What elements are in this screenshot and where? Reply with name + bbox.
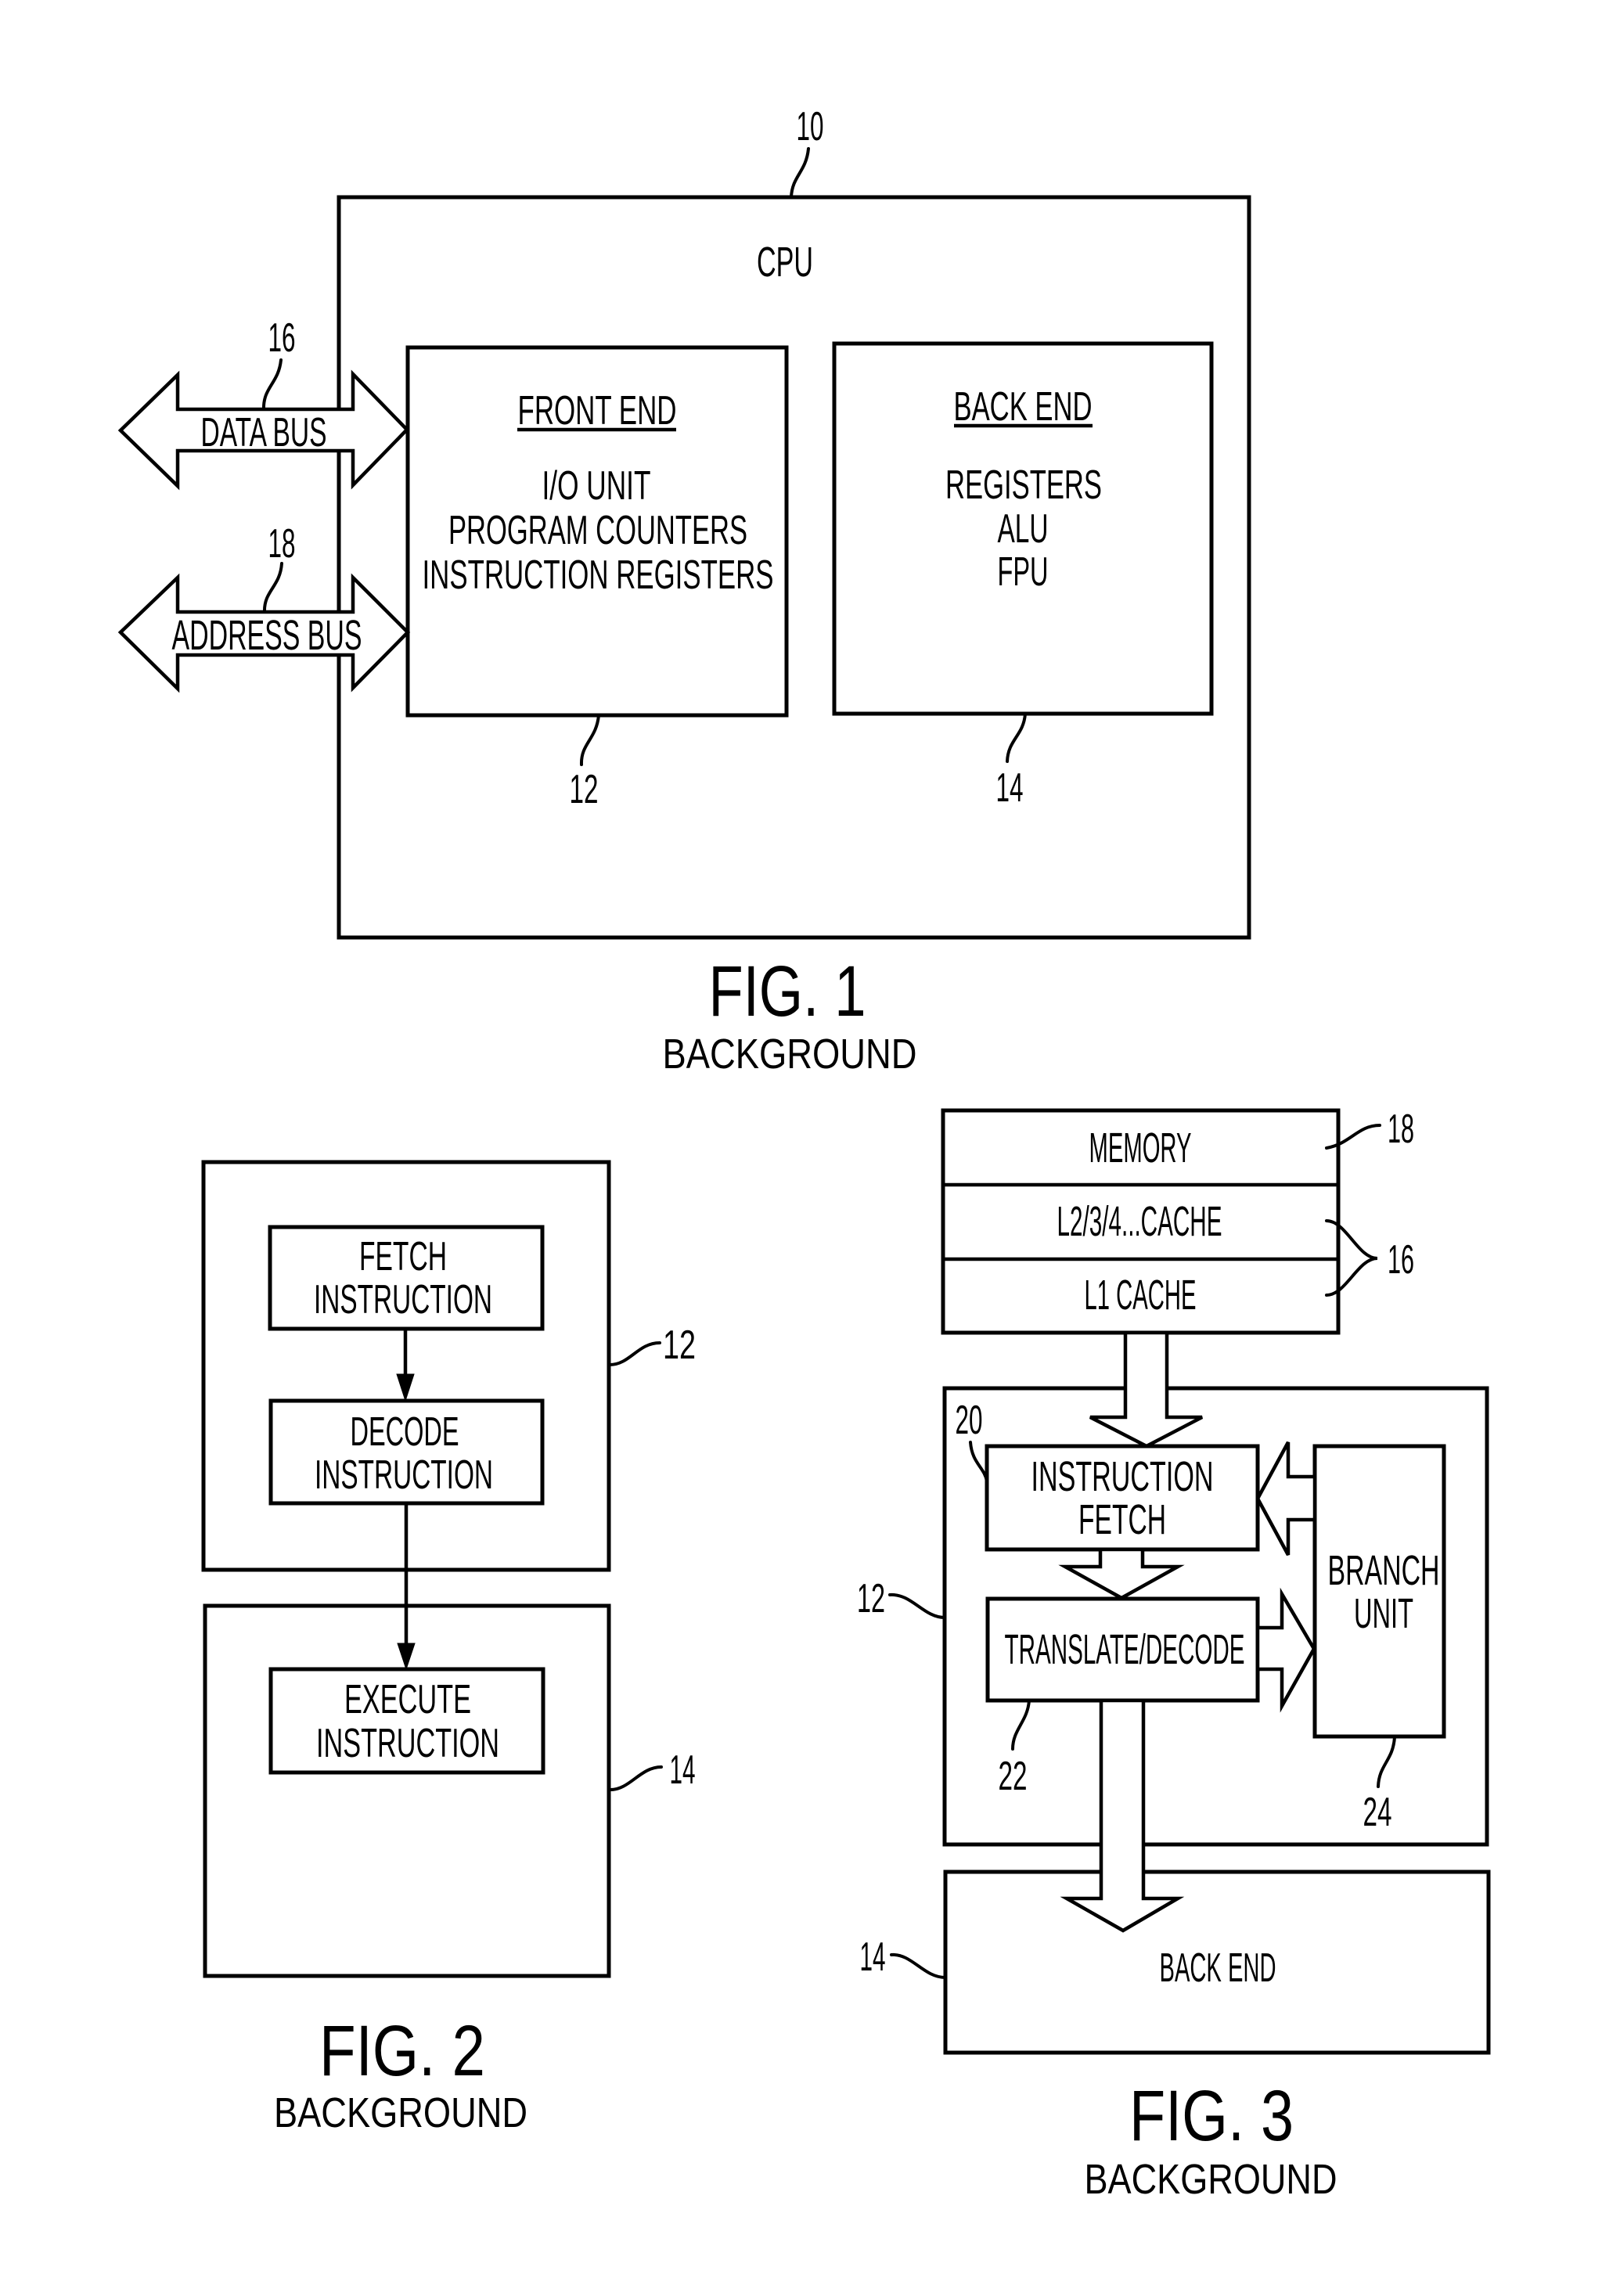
translate-decode-ref-number: 22 [999, 1754, 1028, 1799]
l1-cache-label: L1 CACHE [1085, 1272, 1197, 1319]
front-end-ref-number: 12 [663, 1323, 696, 1368]
figure-3-subcaption: BACKGROUND [1085, 2156, 1337, 2203]
front-end-line-1: I/O UNIT [542, 463, 651, 509]
data-bus-ref-number: 16 [268, 315, 296, 361]
figure-1-subcaption: BACKGROUND [663, 1031, 917, 1078]
branch-to-fetch-arrow [1255, 1441, 1317, 1556]
data-bus-ref-leader [261, 358, 283, 411]
memory-label: MEMORY [1089, 1125, 1192, 1171]
back-end-line-3: FPU [998, 549, 1049, 595]
execute-instruction-line-1: EXECUTE [344, 1677, 471, 1722]
translate-decode-ref-leader [1011, 1699, 1031, 1751]
back-end-ref-leader [609, 1765, 663, 1791]
fetch-instruction-line-2: INSTRUCTION [314, 1277, 492, 1323]
front-end-ref-leader [608, 1341, 661, 1366]
figure-1-caption: FIG. 1 [709, 952, 866, 1031]
figure-3: MEMORY L2/3/4...CACHE L1 CACHE 18 16 12 … [857, 1107, 1491, 2203]
fetch-instruction-line-1: FETCH [359, 1234, 447, 1279]
decode-to-back-end-arrow [1060, 1698, 1185, 1933]
decode-instruction-line-2: INSTRUCTION [315, 1452, 493, 1498]
back-end-title: BACK END [954, 384, 1093, 430]
instruction-fetch-line-2: FETCH [1078, 1496, 1166, 1543]
back-end-ref-number: 14 [996, 765, 1024, 811]
decode-instruction-line-1: DECODE [351, 1409, 459, 1455]
back-end-ref-leader [890, 1952, 947, 1979]
front-end-ref-leader [579, 714, 600, 766]
back-end-line-1: REGISTERS [945, 462, 1102, 508]
execute-instruction-line-2: INSTRUCTION [316, 1721, 499, 1766]
front-end-line-2: PROGRAM COUNTERS [448, 508, 747, 553]
branch-unit-line-2: UNIT [1354, 1590, 1413, 1637]
data-bus-label: DATA BUS [201, 410, 327, 455]
cache-ref-number: 16 [1388, 1237, 1414, 1283]
back-end-ref-number: 14 [670, 1747, 696, 1793]
front-end-title: FRONT END [518, 388, 677, 434]
back-end-line-2: ALU [998, 506, 1049, 552]
front-end-ref-number: 12 [857, 1576, 885, 1621]
back-end-ref-number: 14 [860, 1934, 886, 1980]
cpu-ref-number: 10 [797, 104, 824, 149]
decode-to-branch-arrow [1255, 1587, 1316, 1713]
front-end-ref-number: 12 [570, 767, 599, 812]
back-end-ref-leader [1006, 712, 1027, 763]
figure-2-caption: FIG. 2 [319, 2011, 485, 2091]
cpu-ref-leader [790, 147, 810, 199]
memory-ref-leader [1325, 1124, 1381, 1150]
figure-3-caption: FIG. 3 [1129, 2076, 1294, 2156]
instruction-fetch-line-1: INSTRUCTION [1031, 1453, 1214, 1500]
address-bus-label: ADDRESS BUS [172, 612, 362, 659]
address-bus-ref-number: 18 [268, 521, 296, 567]
patent-drawing-sheet: 10 CPU 16 DATA BUS 18 ADDRESS BUS FRONT … [0, 0, 1620, 2296]
fetch-to-decode-arrowhead [396, 1373, 415, 1402]
front-end-line-3: INSTRUCTION REGISTERS [423, 552, 774, 598]
figure-2-subcaption: BACKGROUND [274, 2089, 527, 2136]
translate-decode-label: TRANSLATE/DECODE [1005, 1626, 1245, 1673]
branch-unit-line-1: BRANCH [1328, 1547, 1440, 1594]
figure-1: 10 CPU 16 DATA BUS 18 ADDRESS BUS FRONT … [117, 104, 1251, 1078]
fetch-to-decode-arrow [1058, 1547, 1185, 1600]
branch-unit-ref-leader [1377, 1736, 1396, 1788]
instruction-fetch-ref-number: 20 [956, 1398, 983, 1443]
memory-ref-number: 18 [1388, 1107, 1414, 1152]
l2-l3-l4-cache-label: L2/3/4...CACHE [1057, 1198, 1222, 1245]
address-bus-ref-leader [262, 562, 283, 614]
front-end-ref-leader [888, 1592, 946, 1619]
back-end-label: BACK END [1160, 1945, 1276, 1991]
decode-to-execute-arrowhead [397, 1643, 416, 1671]
cpu-label: CPU [757, 239, 813, 286]
instruction-fetch-ref-leader [969, 1441, 988, 1483]
figure-2: FETCH INSTRUCTION DECODE INSTRUCTION EXE… [201, 1160, 696, 2136]
branch-unit-ref-number: 24 [1363, 1790, 1392, 1835]
